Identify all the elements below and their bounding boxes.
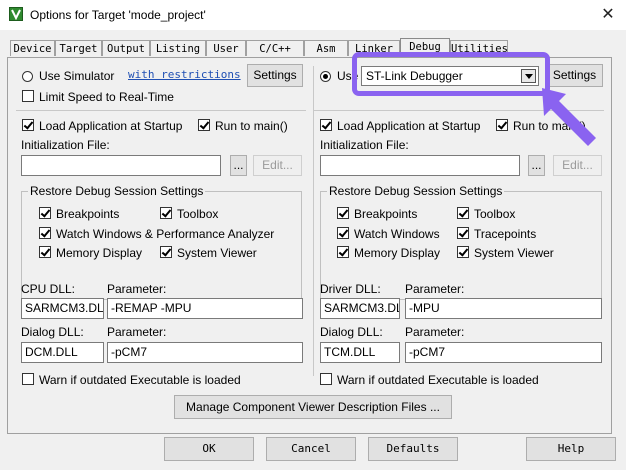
- cpu-dll-input[interactable]: SARMCM3.DLL: [21, 298, 104, 319]
- driver-dll-parameter-label: Parameter:: [405, 282, 465, 296]
- warn-outdated-label: Warn if outdated Executable is loaded: [39, 373, 241, 387]
- dialog-dll-input[interactable]: DCM.DLL: [21, 342, 104, 363]
- restore-toolbox-label: Toolbox: [474, 207, 516, 221]
- warn-outdated-checkbox[interactable]: [22, 373, 34, 385]
- dialog-dll-parameter-input[interactable]: -pCM7: [405, 342, 602, 363]
- simulator-settings-button[interactable]: Settings: [247, 64, 303, 87]
- load-application-checkbox[interactable]: [22, 119, 34, 131]
- tab-device[interactable]: Device: [10, 40, 55, 56]
- load-application-label: Load Application at Startup: [337, 119, 481, 133]
- restrictions-link[interactable]: with restrictions: [128, 68, 241, 81]
- debug-tab-panel: Use Simulator with restrictions Settings…: [7, 57, 612, 434]
- use-debugger-radio[interactable]: [320, 71, 331, 82]
- help-button[interactable]: Help: [526, 437, 616, 461]
- window-title: Options for Target 'mode_project': [30, 8, 206, 22]
- dialog-dll-label: Dialog DLL:: [320, 325, 383, 339]
- use-simulator-label: Use Simulator: [39, 69, 115, 83]
- dialog-dll-parameter-label: Parameter:: [107, 325, 167, 339]
- init-file-browse-button[interactable]: ...: [230, 155, 247, 176]
- restore-watch-windows-checkbox[interactable]: [39, 227, 51, 239]
- restore-breakpoints-checkbox[interactable]: [39, 207, 51, 219]
- simulator-pane: Use Simulator with restrictions Settings…: [8, 58, 313, 433]
- init-file-input[interactable]: [320, 155, 520, 176]
- title-bar: Options for Target 'mode_project' ✕: [0, 0, 626, 30]
- restore-memory-display-checkbox[interactable]: [39, 246, 51, 258]
- annotation-highlight-box: [352, 52, 550, 96]
- load-application-checkbox[interactable]: [320, 119, 332, 131]
- driver-dll-label: Driver DLL:: [320, 282, 381, 296]
- restore-watch-windows-label: Watch Windows & Performance Analyzer: [56, 227, 275, 241]
- use-simulator-radio[interactable]: [22, 71, 33, 82]
- restore-watch-windows-label: Watch Windows: [354, 227, 440, 241]
- driver-dll-parameter-input[interactable]: -MPU: [405, 298, 602, 319]
- cpu-dll-parameter-input[interactable]: -REMAP -MPU: [107, 298, 303, 319]
- init-file-browse-button[interactable]: ...: [528, 155, 545, 176]
- cpu-dll-label: CPU DLL:: [21, 282, 76, 296]
- limit-speed-checkbox[interactable]: [22, 90, 34, 102]
- restore-memory-display-label: Memory Display: [56, 246, 143, 260]
- defaults-button[interactable]: Defaults: [368, 437, 458, 461]
- restore-session-group-label: Restore Debug Session Settings: [327, 184, 505, 198]
- close-icon[interactable]: ✕: [596, 4, 620, 26]
- init-file-label: Initialization File:: [320, 138, 409, 152]
- init-file-label: Initialization File:: [21, 138, 110, 152]
- run-to-main-checkbox[interactable]: [198, 119, 210, 131]
- init-file-input[interactable]: [21, 155, 221, 176]
- annotation-arrow-icon: [542, 88, 596, 146]
- dialog-dll-input[interactable]: TCM.DLL: [320, 342, 400, 363]
- restore-tracepoints-label: Tracepoints: [474, 227, 537, 241]
- warn-outdated-checkbox[interactable]: [320, 373, 332, 385]
- dialog-dll-label: Dialog DLL:: [21, 325, 84, 339]
- dialog-dll-parameter-label: Parameter:: [405, 325, 465, 339]
- tab-asm[interactable]: Asm: [304, 40, 348, 56]
- restore-breakpoints-label: Breakpoints: [56, 207, 120, 221]
- run-to-main-label: Run to main(): [215, 119, 288, 133]
- cpu-dll-parameter-label: Parameter:: [107, 282, 167, 296]
- restore-system-viewer-checkbox[interactable]: [160, 246, 172, 258]
- manage-component-viewer-button[interactable]: Manage Component Viewer Description File…: [174, 395, 452, 419]
- restore-toolbox-checkbox[interactable]: [457, 207, 469, 219]
- warn-outdated-label: Warn if outdated Executable is loaded: [337, 373, 539, 387]
- restore-system-viewer-label: System Viewer: [177, 246, 257, 260]
- tab-user[interactable]: User: [206, 40, 246, 56]
- restore-system-viewer-label: System Viewer: [474, 246, 554, 260]
- separator-line: [16, 110, 306, 111]
- restore-system-viewer-checkbox[interactable]: [457, 246, 469, 258]
- restore-memory-display-checkbox[interactable]: [337, 246, 349, 258]
- load-application-label: Load Application at Startup: [39, 119, 183, 133]
- restore-tracepoints-checkbox[interactable]: [457, 227, 469, 239]
- init-file-edit-button[interactable]: Edit...: [253, 155, 302, 176]
- limit-speed-label: Limit Speed to Real-Time: [39, 90, 174, 104]
- restore-breakpoints-checkbox[interactable]: [337, 207, 349, 219]
- options-dialog: Device Target Output Listing User C/C++ …: [0, 30, 626, 470]
- restore-toolbox-label: Toolbox: [177, 207, 219, 221]
- driver-dll-input[interactable]: SARMCM3.DLL: [320, 298, 400, 319]
- keil-app-icon: [9, 7, 23, 21]
- restore-memory-display-label: Memory Display: [354, 246, 441, 260]
- tab-output[interactable]: Output: [102, 40, 150, 56]
- run-to-main-checkbox[interactable]: [496, 119, 508, 131]
- init-file-edit-button[interactable]: Edit...: [553, 155, 602, 176]
- restore-breakpoints-label: Breakpoints: [354, 207, 418, 221]
- cancel-button[interactable]: Cancel: [266, 437, 356, 461]
- tab-listing[interactable]: Listing: [150, 40, 206, 56]
- restore-session-group-label: Restore Debug Session Settings: [28, 184, 206, 198]
- restore-toolbox-checkbox[interactable]: [160, 207, 172, 219]
- tab-c-cpp[interactable]: C/C++: [246, 40, 304, 56]
- dialog-dll-parameter-input[interactable]: -pCM7: [107, 342, 303, 363]
- restore-watch-windows-checkbox[interactable]: [337, 227, 349, 239]
- tab-target[interactable]: Target: [55, 40, 102, 56]
- ok-button[interactable]: OK: [164, 437, 254, 461]
